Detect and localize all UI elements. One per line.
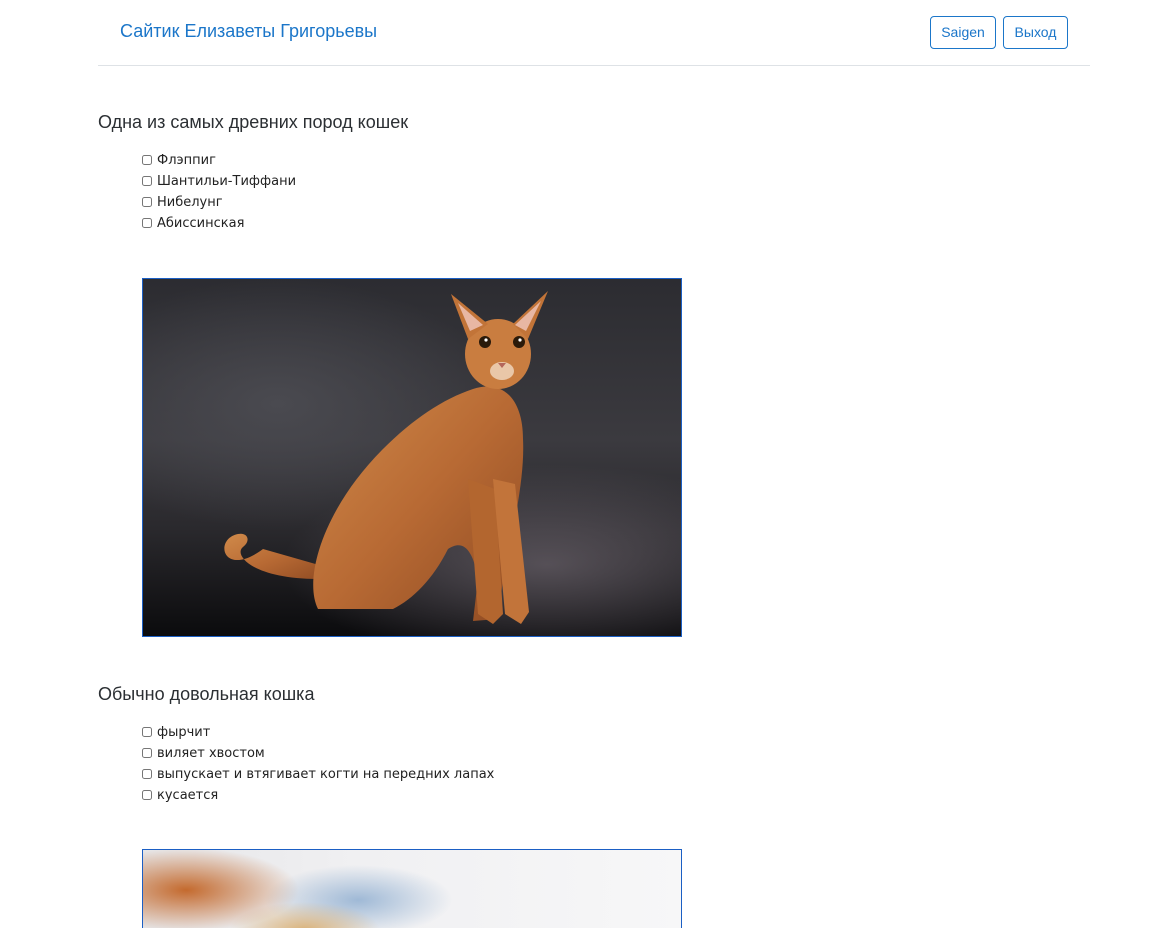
answer-option: Шантильи-Тиффани: [142, 171, 296, 192]
page: Сайтик Елизаветы Григорьевы Saigen Выход…: [0, 0, 1171, 928]
answer-option: выпускает и втягивает когти на передних …: [142, 764, 494, 785]
cat-photo: [142, 849, 682, 928]
answer-checkbox[interactable]: [142, 789, 152, 800]
answer-checkbox[interactable]: [142, 768, 152, 779]
answer-label: фырчит: [157, 725, 211, 740]
answer-option: Флэппиг: [142, 150, 296, 171]
answer-option: Нибелунг: [142, 192, 296, 213]
answer-checkbox[interactable]: [142, 154, 152, 165]
cat-photo: [142, 278, 682, 637]
answer-options: Флэппиг Шантильи-Тиффани Нибелунг Абисси…: [142, 150, 296, 234]
answer-option: Абиссинская: [142, 213, 296, 234]
answer-checkbox[interactable]: [142, 217, 152, 228]
question-title: Обычно довольная кошка: [98, 684, 315, 704]
answer-label: выпускает и втягивает когти на передних …: [157, 767, 495, 782]
answer-checkbox[interactable]: [142, 747, 152, 758]
answer-label: виляет хвостом: [157, 746, 265, 761]
answer-label: Флэппиг: [157, 153, 216, 168]
answer-option: фырчит: [142, 722, 494, 743]
answer-label: Нибелунг: [157, 195, 223, 210]
abyssinian-cat-image: [224, 291, 548, 624]
answer-checkbox[interactable]: [142, 726, 152, 737]
answer-label: Абиссинская: [157, 216, 245, 231]
answer-checkbox[interactable]: [142, 175, 152, 186]
navbar: Сайтик Елизаветы Григорьевы Saigen Выход: [98, 0, 1090, 66]
question-title: Одна из самых древних пород кошек: [98, 112, 409, 132]
answer-option: кусается: [142, 785, 494, 806]
logout-button[interactable]: Выход: [1003, 16, 1068, 49]
answer-label: Шантильи-Тиффани: [157, 174, 297, 189]
answer-label: кусается: [157, 788, 219, 803]
answer-options: фырчит виляет хвостом выпускает и втягив…: [142, 722, 494, 806]
answer-checkbox[interactable]: [142, 196, 152, 207]
brand-link[interactable]: Сайтик Елизаветы Григорьевы: [120, 21, 377, 42]
answer-option: виляет хвостом: [142, 743, 494, 764]
user-button[interactable]: Saigen: [930, 16, 996, 49]
